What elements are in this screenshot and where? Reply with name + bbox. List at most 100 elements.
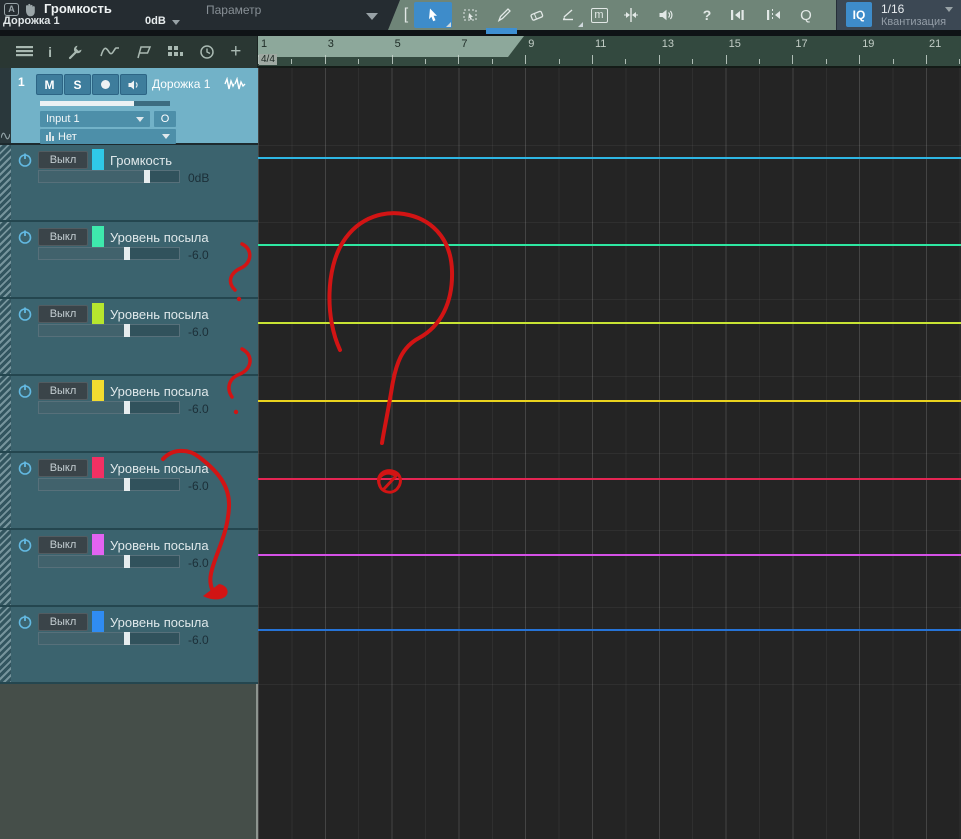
slider-handle[interactable]: [124, 478, 131, 491]
slider-handle[interactable]: [124, 632, 131, 645]
audition-tool-button[interactable]: [648, 2, 682, 28]
object-selection-tool-button[interactable]: [414, 2, 452, 28]
autoscroll-button[interactable]: [720, 2, 756, 28]
lane-value-slider[interactable]: [38, 555, 180, 568]
lane-color-swatch: [92, 534, 104, 556]
quantize-value[interactable]: 1/16: [881, 2, 904, 16]
show-automation-icon[interactable]: [1, 131, 10, 141]
track-list-empty-area[interactable]: [0, 684, 258, 839]
lane-value-slider[interactable]: [38, 324, 180, 337]
lane-resize-handle[interactable]: [0, 607, 11, 682]
lane-value-slider[interactable]: [38, 247, 180, 260]
track-name-label: Дорожка 1: [3, 15, 60, 27]
locator-range-highlight[interactable]: [258, 36, 524, 57]
track-volume-slider[interactable]: [40, 101, 170, 106]
power-icon[interactable]: [17, 537, 33, 553]
snap-zero-tool-button[interactable]: [614, 2, 648, 28]
line-tool-button[interactable]: [552, 2, 584, 28]
lane-resize-handle[interactable]: [0, 530, 11, 605]
quantize-chevron-down-icon[interactable]: [945, 7, 953, 12]
input-monitor-button[interactable]: O: [154, 111, 176, 127]
clock-icon[interactable]: [199, 44, 215, 60]
bypass-button[interactable]: Выкл: [38, 305, 88, 323]
solo-button[interactable]: S: [64, 74, 91, 95]
lane-value-slider[interactable]: [38, 401, 180, 414]
iterative-quantize-button[interactable]: IQ: [846, 2, 872, 27]
power-icon[interactable]: [17, 229, 33, 245]
eraser-tool-button[interactable]: [520, 2, 552, 28]
slider-fill: [39, 556, 128, 567]
ruler-tick: [324, 55, 326, 64]
help-tool-button[interactable]: ?: [694, 2, 720, 28]
mute-button[interactable]: M: [36, 74, 63, 95]
lane-value-slider[interactable]: [38, 632, 180, 645]
timeline-ruler[interactable]: 4/4 1 3 5 7 9 11 13 15 17 19 21: [258, 36, 961, 68]
record-arm-button[interactable]: [92, 74, 119, 95]
bar-number: 13: [661, 38, 675, 50]
automation-line-7[interactable]: [258, 629, 961, 631]
value-chevron-down-icon[interactable]: [172, 20, 180, 25]
automation-curve-icon[interactable]: [99, 45, 120, 59]
waveform-icon[interactable]: [224, 77, 246, 91]
slider-handle[interactable]: [124, 324, 131, 337]
setup-wrench-icon[interactable]: [67, 44, 84, 60]
automation-line-3[interactable]: [258, 322, 961, 324]
lane-value[interactable]: -6.0: [188, 556, 209, 570]
menu-icon[interactable]: [15, 45, 33, 59]
parameter-placeholder[interactable]: Параметр: [206, 3, 261, 17]
bypass-button[interactable]: Выкл: [38, 536, 88, 554]
automation-line-5[interactable]: [258, 478, 961, 480]
slider-fill: [39, 479, 128, 490]
lane-resize-handle[interactable]: [0, 145, 11, 220]
automation-canvas[interactable]: [258, 68, 961, 839]
snap-type-button[interactable]: [756, 2, 792, 28]
add-track-plus-icon[interactable]: +: [230, 41, 241, 63]
output-routing-dropdown[interactable]: Нет: [40, 129, 176, 144]
info-icon[interactable]: i: [48, 44, 52, 60]
monitor-button[interactable]: [120, 74, 147, 95]
track-header[interactable]: 1 M S Дорожка 1 Input 1 O Нет: [0, 68, 258, 145]
bypass-button[interactable]: Выкл: [38, 228, 88, 246]
lane-resize-handle[interactable]: [0, 222, 11, 297]
lane-resize-handle[interactable]: [0, 376, 11, 451]
lane-value-slider[interactable]: [38, 170, 180, 183]
bypass-button[interactable]: Выкл: [38, 613, 88, 631]
draw-tool-button[interactable]: [488, 2, 520, 28]
power-icon[interactable]: [17, 460, 33, 476]
mute-tool-button[interactable]: m: [584, 2, 614, 28]
automation-line-2[interactable]: [258, 244, 961, 246]
snap-type-icon: [767, 9, 780, 21]
range-selection-tool-button[interactable]: [452, 2, 488, 28]
bypass-button[interactable]: Выкл: [38, 151, 88, 169]
power-icon[interactable]: [17, 614, 33, 630]
automation-line-4[interactable]: [258, 400, 961, 402]
lane-value[interactable]: -6.0: [188, 248, 209, 262]
lane-value[interactable]: -6.0: [188, 633, 209, 647]
lane-value[interactable]: 0dB: [188, 171, 209, 185]
bypass-button[interactable]: Выкл: [38, 382, 88, 400]
power-icon[interactable]: [17, 383, 33, 399]
lane-value-slider[interactable]: [38, 478, 180, 491]
lane-resize-handle[interactable]: [0, 453, 11, 528]
bypass-button[interactable]: Выкл: [38, 459, 88, 477]
marker-flag-icon[interactable]: [135, 45, 152, 59]
lane-name: Уровень посыла: [110, 538, 209, 553]
track-header-name[interactable]: Дорожка 1: [152, 77, 210, 91]
power-icon[interactable]: [17, 306, 33, 322]
slider-handle[interactable]: [124, 401, 131, 414]
input-routing-dropdown[interactable]: Input 1: [40, 111, 150, 127]
quantize-q-button[interactable]: Q: [792, 2, 820, 28]
slider-handle[interactable]: [143, 170, 150, 183]
param-value-display[interactable]: 0dB: [145, 15, 166, 27]
slider-handle[interactable]: [124, 247, 131, 260]
lane-resize-handle[interactable]: [0, 299, 11, 374]
lane-value[interactable]: -6.0: [188, 325, 209, 339]
slider-handle[interactable]: [124, 555, 131, 568]
lane-value[interactable]: -6.0: [188, 402, 209, 416]
automation-line-6[interactable]: [258, 554, 961, 556]
power-icon[interactable]: [17, 152, 33, 168]
lane-value[interactable]: -6.0: [188, 479, 209, 493]
grid-icon[interactable]: [167, 45, 184, 59]
automation-line-1[interactable]: [258, 157, 961, 159]
parameter-chevron-down-icon[interactable]: [366, 13, 378, 20]
